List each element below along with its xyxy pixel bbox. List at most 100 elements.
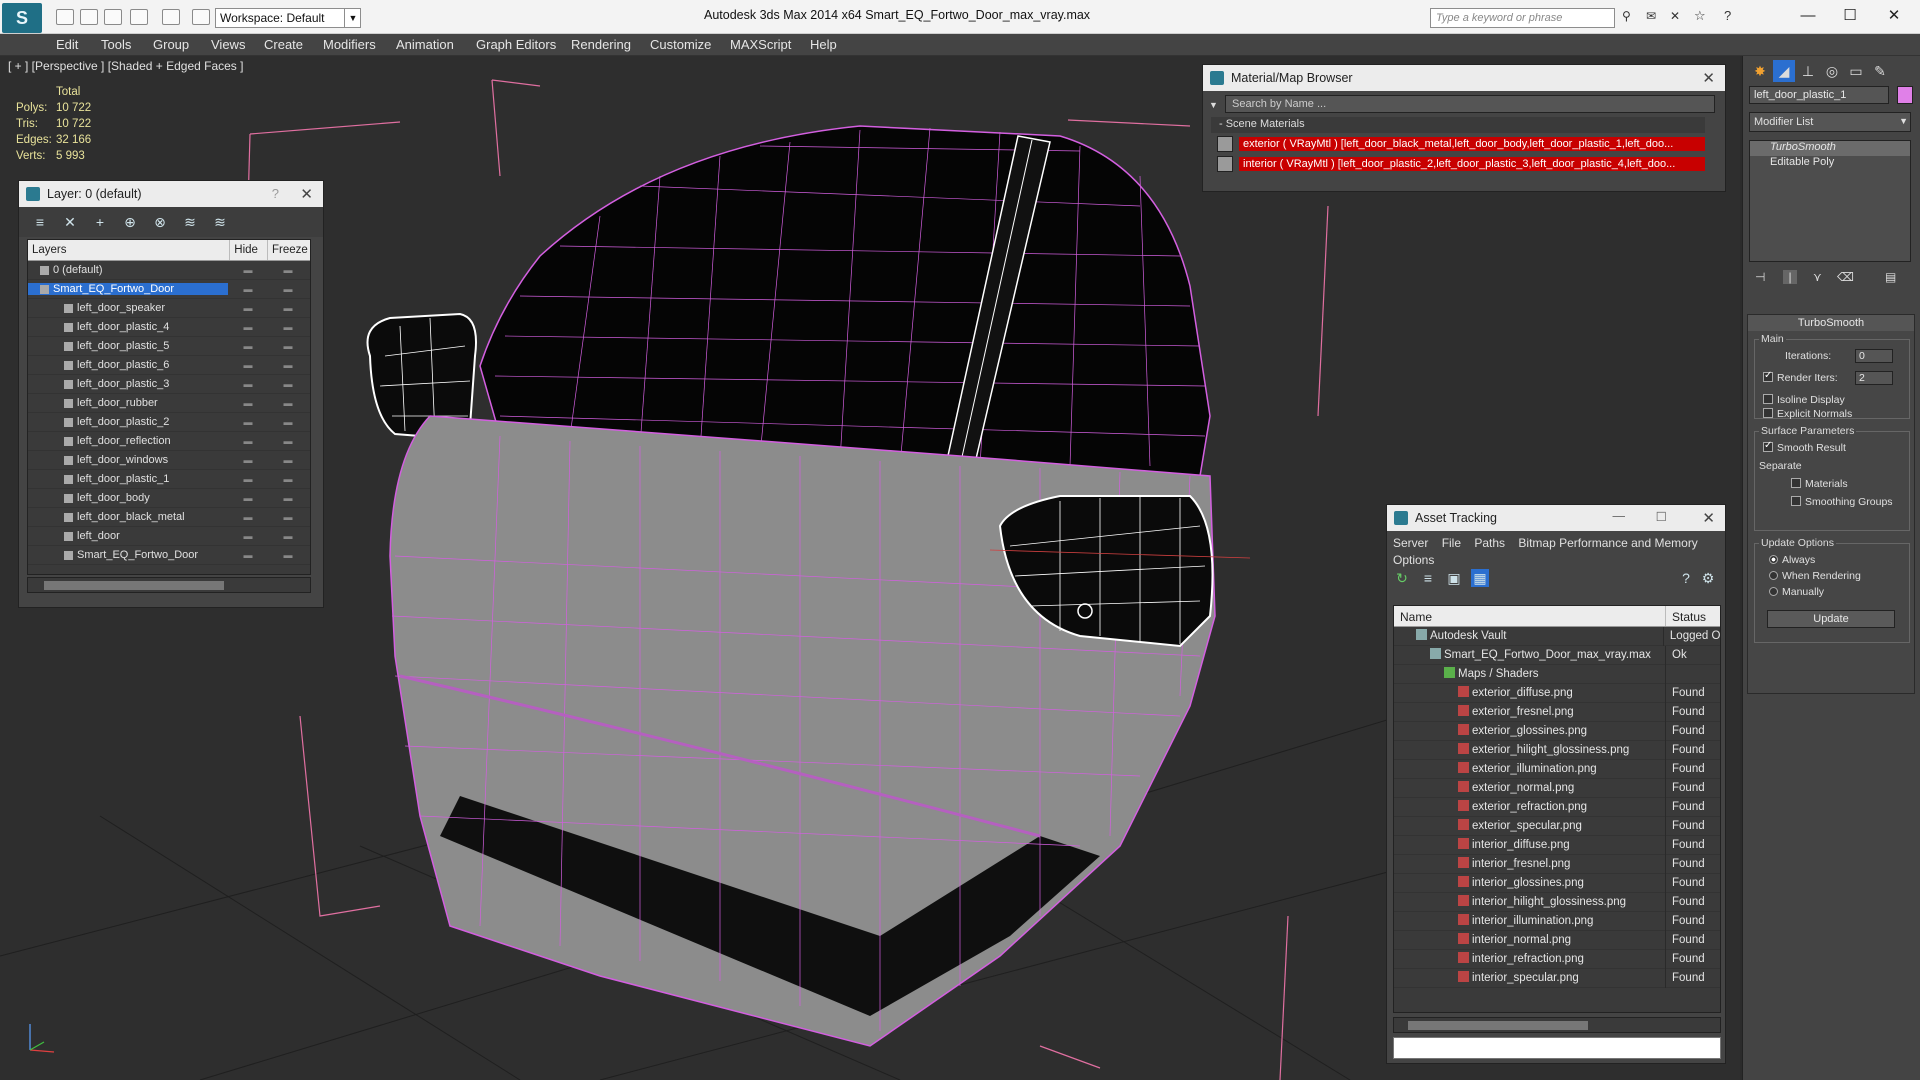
menu-maxscript[interactable]: MAXScript xyxy=(730,37,791,52)
layer-row[interactable]: left_door_plastic_3 ▬ ▬ xyxy=(28,375,310,394)
freeze-toggle[interactable]: ▬ xyxy=(268,550,308,560)
asset-row[interactable]: interior_fresnel.png Found xyxy=(1394,854,1720,874)
iterations-spinner[interactable]: 0 xyxy=(1855,349,1893,363)
explicit-normals-checkbox[interactable] xyxy=(1763,408,1773,418)
menu-edit[interactable]: Edit xyxy=(56,37,78,52)
asset-row[interactable]: interior_hilight_glossiness.png Found xyxy=(1394,892,1720,912)
scene-materials-section[interactable]: - Scene Materials xyxy=(1211,117,1705,133)
help-icon[interactable]: ? xyxy=(272,186,279,201)
delete-layer-icon[interactable]: ✕ xyxy=(61,213,79,231)
material-item-exterior[interactable]: exterior ( VRayMtl ) [left_door_black_me… xyxy=(1217,135,1705,153)
binoculars-icon[interactable]: ⚲ xyxy=(1622,9,1640,25)
project-folder-icon[interactable] xyxy=(192,9,210,25)
thumbnail-view-icon[interactable]: ▣ xyxy=(1445,569,1463,587)
update-when-rendering-option[interactable]: When Rendering xyxy=(1769,570,1861,582)
add-to-layer-icon[interactable]: + xyxy=(91,213,109,231)
close-icon[interactable]: ✕ xyxy=(1876,4,1912,28)
freeze-all-layers-icon[interactable]: ≋ xyxy=(211,213,229,231)
hide-toggle[interactable]: ▬ xyxy=(228,284,268,294)
freeze-toggle[interactable]: ▬ xyxy=(268,360,308,370)
hide-toggle[interactable]: ▬ xyxy=(228,531,268,541)
asset-row[interactable]: exterior_normal.png Found xyxy=(1394,778,1720,798)
remove-modifier-icon[interactable]: ⌫ xyxy=(1837,270,1854,284)
utilities-tab-icon[interactable]: ✎ xyxy=(1869,60,1891,82)
asset-row[interactable]: Autodesk Vault Logged O xyxy=(1394,626,1720,646)
material-item-interior[interactable]: interior ( VRayMtl ) [left_door_plastic_… xyxy=(1217,155,1705,173)
minimize-icon[interactable]: — xyxy=(1790,4,1826,28)
hide-toggle[interactable]: ▬ xyxy=(228,379,268,389)
layer-row[interactable]: left_door_reflection ▬ ▬ xyxy=(28,432,310,451)
asset-row[interactable]: exterior_fresnel.png Found xyxy=(1394,702,1720,722)
menu-graph-editors[interactable]: Graph Editors xyxy=(476,37,556,52)
help-icon[interactable]: ? xyxy=(1677,569,1695,587)
separate-smoothing-groups-toggle[interactable]: Smoothing Groups xyxy=(1791,496,1893,508)
hide-toggle[interactable]: ▬ xyxy=(228,398,268,408)
always-radio[interactable] xyxy=(1769,555,1778,564)
asset-row[interactable]: interior_normal.png Found xyxy=(1394,930,1720,950)
asset-tracking-titlebar[interactable]: Asset Tracking — ☐ ✕ xyxy=(1387,505,1725,531)
material-search-input[interactable]: Search by Name ... xyxy=(1225,95,1715,113)
column-status[interactable]: Status xyxy=(1666,606,1712,626)
layer-panel-titlebar[interactable]: Layer: 0 (default) ? ✕ xyxy=(19,181,323,207)
layer-horizontal-scrollbar[interactable] xyxy=(27,577,311,593)
menu-paths[interactable]: Paths xyxy=(1474,536,1505,550)
smoothing-groups-checkbox[interactable] xyxy=(1791,496,1801,506)
layer-row[interactable]: Smart_EQ_Fortwo_Door ▬ ▬ xyxy=(28,546,310,565)
viewport-label[interactable]: [ + ] [Perspective ] [Shaded + Edged Fac… xyxy=(8,59,243,73)
freeze-toggle[interactable]: ▬ xyxy=(268,398,308,408)
freeze-toggle[interactable]: ▬ xyxy=(268,455,308,465)
render-iters-checkbox[interactable] xyxy=(1763,370,1773,382)
chevron-down-icon[interactable]: ▼ xyxy=(1209,100,1218,110)
asset-row[interactable]: exterior_glossines.png Found xyxy=(1394,721,1720,741)
layer-row[interactable]: Smart_EQ_Fortwo_Door ▬ ▬ xyxy=(28,280,310,299)
menu-file[interactable]: File xyxy=(1442,536,1461,550)
column-layers[interactable]: Layers xyxy=(28,240,231,260)
show-end-result-icon[interactable]: | xyxy=(1783,270,1797,284)
layer-row[interactable]: left_door_plastic_4 ▬ ▬ xyxy=(28,318,310,337)
maximize-icon[interactable]: ☐ xyxy=(1832,4,1868,28)
freeze-toggle[interactable]: ▬ xyxy=(268,379,308,389)
menu-views[interactable]: Views xyxy=(211,37,245,52)
freeze-toggle[interactable]: ▬ xyxy=(268,341,308,351)
chevron-down-icon[interactable]: ▼ xyxy=(344,8,361,28)
freeze-toggle[interactable]: ▬ xyxy=(268,303,308,313)
freeze-toggle[interactable]: ▬ xyxy=(268,493,308,503)
hide-toggle[interactable]: ▬ xyxy=(228,360,268,370)
material-browser-titlebar[interactable]: Material/Map Browser ✕ xyxy=(1203,65,1725,91)
communication-icon[interactable]: ✉ xyxy=(1646,9,1664,25)
layer-row[interactable]: left_door_body ▬ ▬ xyxy=(28,489,310,508)
asset-row[interactable]: exterior_diffuse.png Found xyxy=(1394,683,1720,703)
menu-help[interactable]: Help xyxy=(810,37,837,52)
asset-row[interactable]: exterior_refraction.png Found xyxy=(1394,797,1720,817)
layer-row[interactable]: left_door_plastic_5 ▬ ▬ xyxy=(28,337,310,356)
column-name[interactable]: Name xyxy=(1394,606,1666,626)
layer-row[interactable]: left_door_rubber ▬ ▬ xyxy=(28,394,310,413)
freeze-toggle[interactable]: ▬ xyxy=(268,474,308,484)
motion-tab-icon[interactable]: ◎ xyxy=(1821,60,1843,82)
update-button[interactable]: Update xyxy=(1767,610,1895,628)
configure-sets-icon[interactable]: ▤ xyxy=(1885,270,1896,284)
refresh-icon[interactable]: ↻ xyxy=(1393,569,1411,587)
table-view-icon[interactable]: ▦ xyxy=(1471,569,1489,587)
asset-row[interactable]: interior_illumination.png Found xyxy=(1394,911,1720,931)
explicit-normals-toggle[interactable]: Explicit Normals xyxy=(1763,408,1852,420)
layer-row[interactable]: left_door ▬ ▬ xyxy=(28,527,310,546)
asset-row[interactable]: Smart_EQ_Fortwo_Door_max_vray.max Ok xyxy=(1394,645,1720,665)
create-layer-icon[interactable]: ≡ xyxy=(31,213,49,231)
menu-server[interactable]: Server xyxy=(1393,536,1428,550)
update-manually-option[interactable]: Manually xyxy=(1769,586,1824,598)
list-view-icon[interactable]: ≡ xyxy=(1419,569,1437,587)
menu-animation[interactable]: Animation xyxy=(396,37,454,52)
freeze-toggle[interactable]: ▬ xyxy=(268,284,308,294)
open-file-icon[interactable] xyxy=(80,9,98,25)
smooth-result-checkbox[interactable] xyxy=(1763,440,1773,452)
smooth-result-toggle[interactable]: Smooth Result xyxy=(1763,440,1846,454)
hide-toggle[interactable]: ▬ xyxy=(228,550,268,560)
hide-all-layers-icon[interactable]: ≋ xyxy=(181,213,199,231)
hide-toggle[interactable]: ▬ xyxy=(228,303,268,313)
select-objects-icon[interactable]: ⊕ xyxy=(121,213,139,231)
turbosmooth-rollout-title[interactable]: TurboSmooth xyxy=(1748,315,1914,331)
workspace-dropdown[interactable]: Workspace: Default xyxy=(215,8,361,28)
menu-bitmap-performance[interactable]: Bitmap Performance and Memory xyxy=(1518,536,1697,550)
asset-row[interactable]: Maps / Shaders xyxy=(1394,664,1720,684)
